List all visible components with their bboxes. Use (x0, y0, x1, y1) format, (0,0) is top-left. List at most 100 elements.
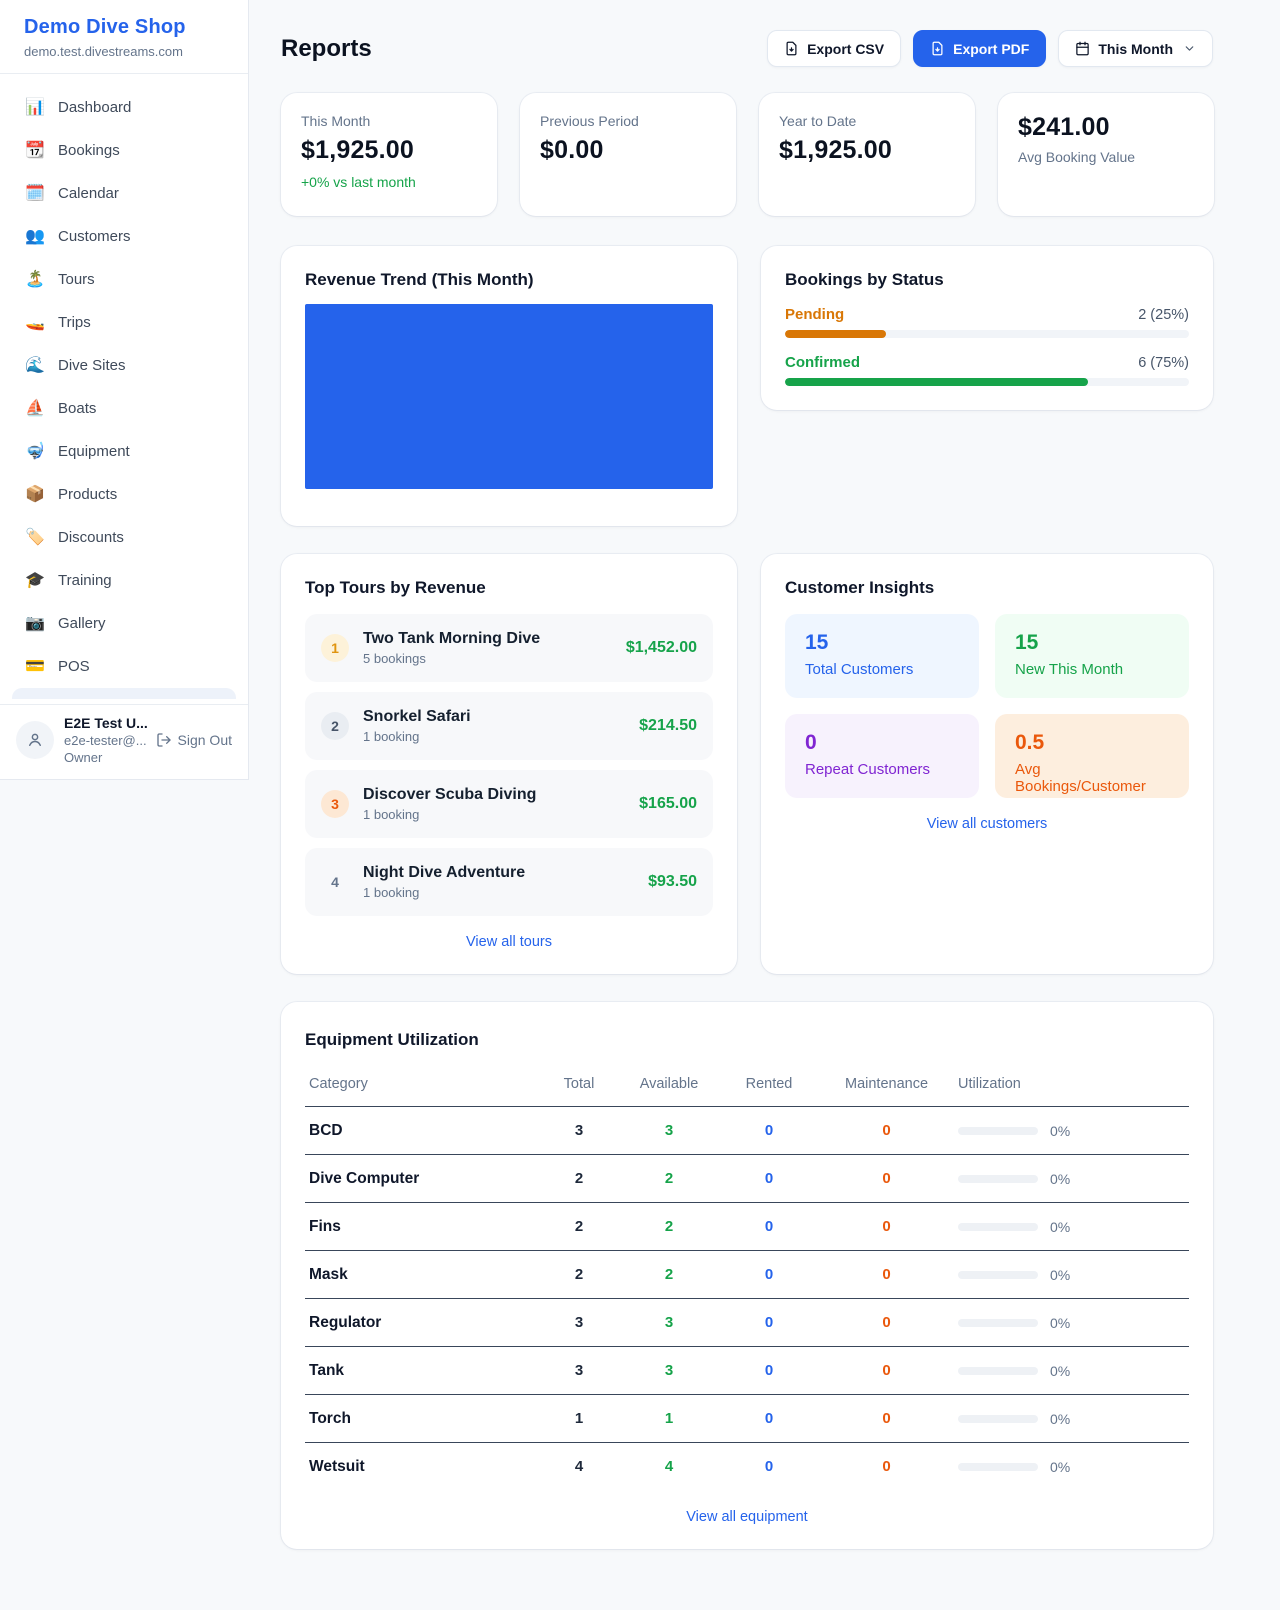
status-row-pending: Pending 2 (25%) (785, 306, 1189, 338)
category-cell: Mask (305, 1251, 539, 1299)
top-tours-title: Top Tours by Revenue (305, 578, 713, 598)
available-cell: 1 (619, 1395, 719, 1443)
spiral-calendar-icon: 🗓️ (24, 186, 46, 202)
view-all-customers-link[interactable]: View all customers (785, 816, 1189, 832)
tour-list: 1 Two Tank Morning Dive 5 bookings $1,45… (305, 614, 713, 916)
utilization-cell: 0% (954, 1155, 1189, 1203)
sidebar-item-customers[interactable]: 👥 Customers (12, 215, 236, 258)
shop-domain: demo.test.divestreams.com (24, 44, 224, 59)
export-csv-button[interactable]: Export CSV (767, 30, 901, 67)
bar-chart-icon: 📊 (24, 100, 46, 116)
rank-badge: 3 (321, 790, 349, 818)
total-cell: 4 (539, 1443, 619, 1491)
available-cell: 3 (619, 1299, 719, 1347)
rented-cell: 0 (719, 1443, 819, 1491)
category-cell: BCD (305, 1107, 539, 1155)
table-header-row: Category Total Available Rented Maintena… (305, 1068, 1189, 1107)
utilization-cell: 0% (954, 1251, 1189, 1299)
sidebar-item-training[interactable]: 🎓 Training (12, 559, 236, 602)
sidebar-item-label: POS (58, 658, 90, 675)
utilization-pct: 0% (1050, 1219, 1070, 1235)
credit-card-icon: 💳 (24, 659, 46, 675)
utilization-bar (958, 1463, 1038, 1471)
total-cell: 3 (539, 1299, 619, 1347)
page-title: Reports (281, 35, 372, 63)
tag-icon: 🏷️ (24, 530, 46, 546)
view-all-tours-link[interactable]: View all tours (305, 934, 713, 950)
sidebar-item-label: Equipment (58, 443, 130, 460)
sidebar-item-label: Customers (58, 228, 131, 245)
tour-amount: $214.50 (639, 717, 697, 735)
export-pdf-button[interactable]: Export PDF (913, 30, 1046, 67)
main-content: Reports Export CSV Export PDF (249, 0, 1280, 1549)
user-email: e2e-tester@... (64, 733, 146, 748)
equipment-table: Category Total Available Rented Maintena… (305, 1068, 1189, 1491)
sidebar-item-discounts[interactable]: 🏷️ Discounts (12, 516, 236, 559)
total-cell: 2 (539, 1251, 619, 1299)
tour-bookings: 1 booking (363, 885, 634, 900)
table-row: Wetsuit 4 4 0 0 0% (305, 1443, 1189, 1491)
utilization-bar (958, 1415, 1038, 1423)
sidebar-item-label: Dashboard (58, 99, 131, 116)
available-cell: 2 (619, 1155, 719, 1203)
sidebar-item-equipment[interactable]: 🤿 Equipment (12, 430, 236, 473)
insight-tile-total-customers: 15 Total Customers (785, 614, 979, 698)
sidebar-item-label: Boats (58, 400, 96, 417)
utilization-bar (958, 1127, 1038, 1135)
stat-card-this-month: This Month $1,925.00 +0% vs last month (281, 93, 497, 216)
sidebar-item-pos[interactable]: 💳 POS (12, 645, 236, 688)
category-cell: Regulator (305, 1299, 539, 1347)
available-cell: 3 (619, 1347, 719, 1395)
rented-cell: 0 (719, 1155, 819, 1203)
maintenance-cell: 0 (819, 1395, 954, 1443)
sign-out-label: Sign Out (178, 732, 232, 748)
sidebar-item-label: Dive Sites (58, 357, 126, 374)
table-row: Mask 2 2 0 0 0% (305, 1251, 1189, 1299)
view-all-equipment-link[interactable]: View all equipment (305, 1509, 1189, 1525)
available-cell: 2 (619, 1203, 719, 1251)
tour-name: Night Dive Adventure (363, 864, 634, 882)
insight-tile-repeat-customers: 0 Repeat Customers (785, 714, 979, 798)
column-header: Total (539, 1068, 619, 1107)
sidebar-item-label: Training (58, 572, 112, 589)
sidebar-item-reports-partial[interactable] (12, 688, 236, 699)
sign-out-button[interactable]: Sign Out (156, 732, 232, 748)
utilization-cell: 0% (954, 1395, 1189, 1443)
sidebar-item-gallery[interactable]: 📷 Gallery (12, 602, 236, 645)
island-icon: 🏝️ (24, 272, 46, 288)
column-header: Rented (719, 1068, 819, 1107)
equipment-utilization-title: Equipment Utilization (305, 1030, 1189, 1050)
tour-bookings: 1 booking (363, 729, 625, 744)
category-cell: Fins (305, 1203, 539, 1251)
sidebar-item-calendar[interactable]: 🗓️ Calendar (12, 172, 236, 215)
sidebar-item-products[interactable]: 📦 Products (12, 473, 236, 516)
column-header: Available (619, 1068, 719, 1107)
chevron-down-icon (1183, 42, 1196, 55)
sidebar-item-dashboard[interactable]: 📊 Dashboard (12, 86, 236, 129)
utilization-bar (958, 1367, 1038, 1375)
status-value: 6 (75%) (1138, 355, 1189, 371)
top-tours-card: Top Tours by Revenue 1 Two Tank Morning … (281, 554, 737, 974)
sailboat-icon: ⛵ (24, 401, 46, 417)
sidebar-item-boats[interactable]: ⛵ Boats (12, 387, 236, 430)
insight-value: 15 (805, 631, 959, 655)
insight-label: New This Month (1015, 661, 1169, 678)
sidebar-item-bookings[interactable]: 📆 Bookings (12, 129, 236, 172)
table-row: BCD 3 3 0 0 0% (305, 1107, 1189, 1155)
sidebar-item-tours[interactable]: 🏝️ Tours (12, 258, 236, 301)
progress-fill (785, 330, 886, 338)
insight-tile-avg-bookings: 0.5 Avg Bookings/Customer (995, 714, 1189, 798)
sidebar-item-trips[interactable]: 🚤 Trips (12, 301, 236, 344)
utilization-bar (958, 1319, 1038, 1327)
export-pdf-label: Export PDF (953, 41, 1029, 57)
maintenance-cell: 0 (819, 1203, 954, 1251)
insight-grid: 15 Total Customers 15 New This Month 0 R… (785, 614, 1189, 798)
period-dropdown[interactable]: This Month (1058, 30, 1213, 67)
rented-cell: 0 (719, 1203, 819, 1251)
sidebar-item-dive-sites[interactable]: 🌊 Dive Sites (12, 344, 236, 387)
utilization-pct: 0% (1050, 1315, 1070, 1331)
utilization-pct: 0% (1050, 1459, 1070, 1475)
sidebar: Demo Dive Shop demo.test.divestreams.com… (0, 0, 249, 780)
tour-amount: $93.50 (648, 873, 697, 891)
insight-value: 0.5 (1015, 731, 1169, 755)
